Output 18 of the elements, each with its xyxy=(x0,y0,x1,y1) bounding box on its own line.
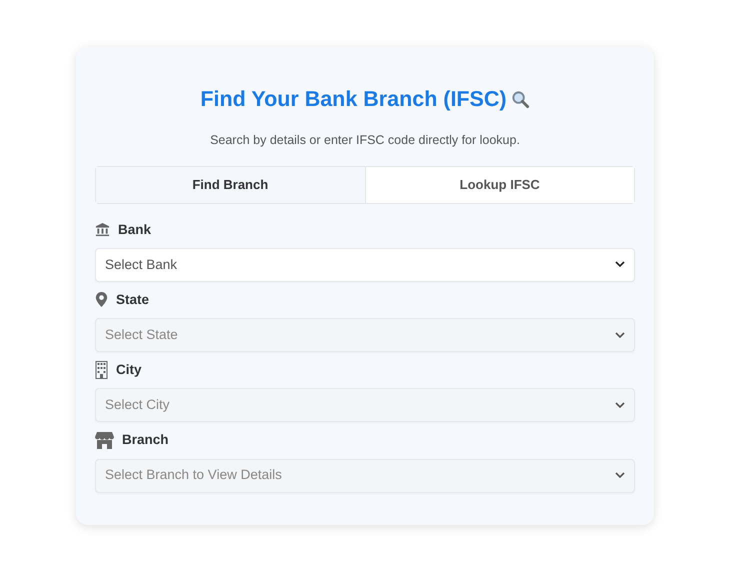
chevron-down-icon xyxy=(615,261,625,268)
field-label: Branch xyxy=(122,431,169,450)
chevron-down-icon xyxy=(615,332,625,338)
field-label: City xyxy=(116,361,142,379)
tab[interactable]: Lookup IFSC xyxy=(366,167,634,202)
storefront-icon xyxy=(95,432,114,449)
tab[interactable]: Find Branch xyxy=(96,167,366,202)
field-label: State xyxy=(116,290,150,309)
chevron-down-icon xyxy=(615,472,625,479)
field-label: Bank xyxy=(118,220,152,238)
subtitle: Search by details or enter IFSC code directly for lookup. xyxy=(209,132,521,150)
building-icon xyxy=(95,361,108,380)
select-field[interactable]: Select Bank xyxy=(95,248,635,282)
page-title: Find Your Bank Branch (IFSC) xyxy=(200,86,507,113)
map-pin-icon xyxy=(95,292,108,308)
chevron-down-icon xyxy=(615,402,625,409)
bank-icon xyxy=(95,222,110,238)
magnifier-icon xyxy=(510,90,530,109)
